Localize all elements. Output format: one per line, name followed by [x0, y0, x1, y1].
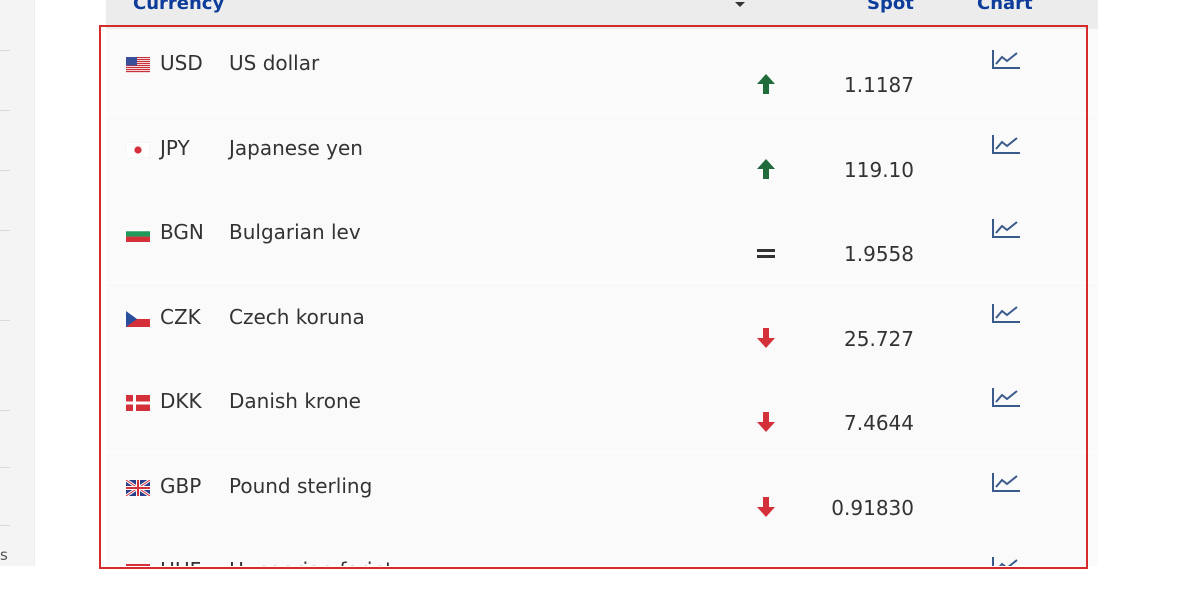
czech-flag-icon [126, 310, 150, 327]
exchange-rates-table: Currency Spot Chart USD US dollar 1.1187 JP… [106, 0, 1098, 566]
spot-rate: 1.9558 [844, 242, 914, 266]
spot-rate: 7.4644 [844, 411, 914, 435]
table-row: USD US dollar 1.1187 [106, 29, 1098, 114]
chart-icon[interactable] [990, 470, 1022, 494]
currency-code: HUF [160, 558, 201, 566]
table-row: BGN Bulgarian lev 1.9558 [106, 198, 1098, 283]
table-row: CZK Czech koruna 25.727 [106, 282, 1098, 368]
chart-icon[interactable] [990, 301, 1022, 325]
chart-icon[interactable] [990, 554, 1022, 566]
left-sidebar: s [0, 0, 35, 566]
table-row: HUF Hungarian forint [106, 536, 1098, 566]
currency-name: Pound sterling [229, 473, 373, 498]
chart-icon[interactable] [990, 216, 1022, 240]
japan-flag-icon [126, 141, 150, 158]
sidebar-divider [0, 110, 10, 111]
sidebar-divider [0, 320, 10, 321]
currency-code: USD [160, 51, 203, 75]
currency-name: Hungarian forint [229, 558, 393, 566]
currency-code: CZK [160, 304, 201, 329]
sort-icon[interactable] [733, 0, 747, 8]
bulgaria-flag-icon [126, 226, 150, 242]
currency-name: Czech koruna [229, 304, 365, 329]
chart-column-header: Chart [977, 0, 1033, 14]
spot-rate: 0.91830 [831, 495, 914, 520]
sidebar-divider [0, 525, 10, 526]
currency-name: Bulgarian lev [229, 220, 361, 244]
currency-column-header[interactable]: Currency [133, 0, 224, 14]
currency-code: JPY [160, 135, 190, 160]
currency-name: US dollar [229, 51, 320, 75]
uk-flag-icon [126, 479, 150, 496]
table-row: DKK Danish krone 7.4644 [106, 367, 1098, 452]
table-row: JPY Japanese yen 119.10 [106, 113, 1098, 199]
currency-name: Japanese yen [229, 135, 363, 160]
denmark-flag-icon [126, 395, 150, 411]
us-flag-icon [126, 57, 150, 73]
spot-column-header[interactable]: Spot [867, 0, 914, 14]
sidebar-divider [0, 467, 10, 468]
currency-code: BGN [160, 220, 204, 244]
currency-name: Danish krone [229, 389, 361, 413]
spot-rate: 119.10 [844, 157, 914, 182]
sidebar-divider [0, 410, 10, 411]
currency-code: DKK [160, 389, 202, 413]
table-row: GBP Pound sterling 0.91830 [106, 451, 1098, 537]
spot-rate: 25.727 [844, 326, 914, 351]
sidebar-divider [0, 50, 10, 51]
chart-icon[interactable] [990, 132, 1022, 156]
currency-code: GBP [160, 473, 202, 498]
chart-icon[interactable] [990, 385, 1022, 409]
page-bottom-area [0, 566, 1185, 592]
sidebar-divider [0, 170, 10, 171]
chart-icon[interactable] [990, 47, 1022, 71]
spot-rate: 1.1187 [844, 73, 914, 97]
sidebar-text-fragment: s [0, 546, 8, 564]
table-header: Currency Spot Chart [106, 0, 1098, 29]
sidebar-divider [0, 230, 10, 231]
